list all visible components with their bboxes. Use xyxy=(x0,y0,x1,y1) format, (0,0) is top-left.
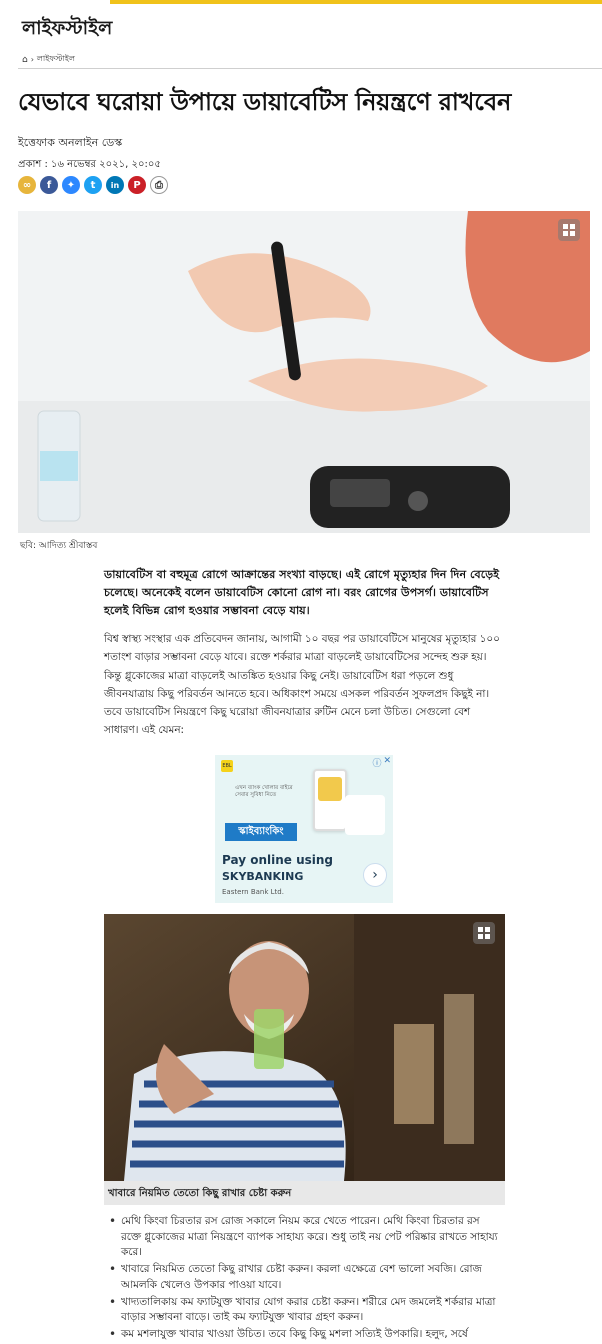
ad-advertiser: Eastern Bank Ltd. xyxy=(222,888,284,896)
ad-product: SKYBANKING xyxy=(222,870,304,883)
phone-illustration xyxy=(313,769,347,831)
ad-info-icon[interactable]: ⓘ xyxy=(372,756,381,769)
man-drinking-juice-illustration xyxy=(104,914,505,1181)
article-author[interactable]: ইত্তেফাক অনলাইন ডেস্ক xyxy=(18,134,122,153)
ad-headline: Pay online using xyxy=(222,853,334,867)
link-icon[interactable]: ∞ xyxy=(18,176,36,194)
ad-controls[interactable]: ⓘ ✕ xyxy=(372,756,391,769)
breadcrumb-separator: › xyxy=(30,55,34,64)
chevron-right-icon[interactable]: › xyxy=(363,863,387,887)
section-title[interactable]: লাইফস্টাইল xyxy=(22,14,112,46)
gallery-icon[interactable] xyxy=(473,922,495,944)
facebook-icon[interactable]: f xyxy=(40,176,58,194)
linkedin-icon[interactable]: in xyxy=(106,176,124,194)
article-headline: যেভাবে ঘরোয়া উপায়ে ডায়াবেটিস নিয়ন্ত্… xyxy=(18,88,512,116)
glucose-test-illustration xyxy=(18,211,590,533)
ad-logo: EBL xyxy=(221,760,233,772)
article-image-2[interactable] xyxy=(104,914,505,1181)
hero-image[interactable] xyxy=(18,211,590,533)
breadcrumb-current[interactable]: লাইফস্টাইল xyxy=(37,53,75,66)
publish-date: প্রকাশ : ১৬ নভেম্বর ২০২১, ২০:০৫ xyxy=(18,159,161,170)
ad-banner-text: এখন ব্যাংক খোলার বাইরে সেবার সুবিধা নিতে xyxy=(235,785,293,798)
list-item: কম মশলাযুক্ত খাবার খাওয়া উচিত। তবে কিছু… xyxy=(106,1327,502,1343)
article-lead: ডায়াবেটিস বা বহুমূত্র রোগে আক্রান্তের স… xyxy=(104,568,500,617)
divider xyxy=(18,68,602,69)
pinterest-icon[interactable]: P xyxy=(128,176,146,194)
hero-caption: ছবি: আদিত্য শ্রীবাস্তব xyxy=(20,541,98,551)
home-icon[interactable]: ⌂ xyxy=(22,55,28,65)
top-accent-strip xyxy=(110,0,602,4)
tips-list: মেথি কিংবা চিরতার রস রোজ সকালে নিয়ম করে… xyxy=(106,1214,502,1344)
share-bar: ∞ f ✦ t in P ⎙ xyxy=(18,176,168,194)
print-icon[interactable]: ⎙ xyxy=(150,176,168,194)
ad-brand: স্কাইব্যাংকিং xyxy=(225,823,297,841)
messenger-icon[interactable]: ✦ xyxy=(62,176,80,194)
article-body-paragraph: বিশ্ব স্বাস্থ্য সংস্থার এক প্রতিবেদন জান… xyxy=(104,633,500,737)
list-item: খাদ্যতালিকায় কম ফ্যাটযুক্ত খাবার যোগ কর… xyxy=(106,1295,502,1326)
card-illustration xyxy=(345,795,385,835)
gallery-icon[interactable] xyxy=(558,219,580,241)
breadcrumb: ⌂ › লাইফস্টাইল xyxy=(22,53,75,66)
list-item: মেথি কিংবা চিরতার রস রোজ সকালে নিয়ম করে… xyxy=(106,1214,502,1261)
image-2-caption: খাবারে নিয়মিত তেতো কিছু রাখার চেষ্টা কর… xyxy=(104,1181,505,1205)
advertisement[interactable]: ⓘ ✕ EBL এখন ব্যাংক খোলার বাইরে সেবার সুব… xyxy=(215,755,393,903)
list-item: খাবারে নিয়মিত তেতো কিছু রাখার চেষ্টা কর… xyxy=(106,1262,502,1293)
ad-close-icon[interactable]: ✕ xyxy=(383,756,391,769)
twitter-icon[interactable]: t xyxy=(84,176,102,194)
